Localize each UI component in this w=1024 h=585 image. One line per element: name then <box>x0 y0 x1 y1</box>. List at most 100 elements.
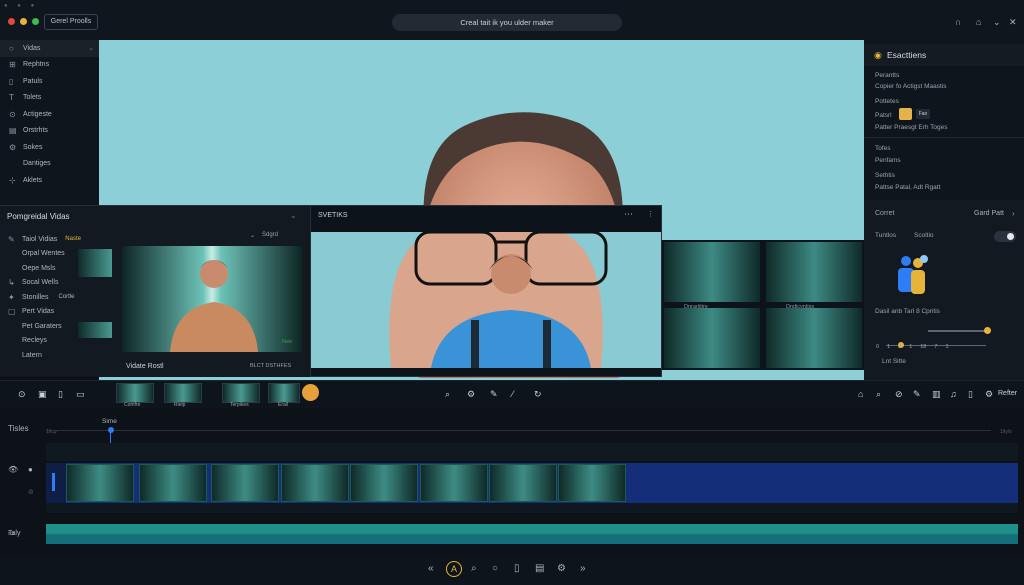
sidebar-item[interactable]: ⚙ Sokes <box>0 139 99 156</box>
audio-track[interactable] <box>46 524 1018 544</box>
search-icon[interactable]: ⌕ <box>445 389 450 400</box>
app-tab[interactable]: Gerel Proolls <box>44 14 98 30</box>
search-icon[interactable]: ⌕ <box>876 389 881 400</box>
settings-icon: ⚙ <box>9 142 17 152</box>
clip-thumbnail[interactable] <box>164 383 202 403</box>
list-item[interactable]: ✎ Taiol Vidias Naste <box>0 232 118 247</box>
clip-thumbnail[interactable] <box>268 383 300 403</box>
editor-title: SVETIKS <box>318 212 348 219</box>
lock-icon[interactable]: ⌂ <box>976 17 981 27</box>
video-caption: BLCT DSTHFES <box>250 363 292 369</box>
clip-caption: Erall <box>278 402 289 408</box>
dot-icon[interactable]: ● <box>28 465 33 474</box>
record-icon[interactable]: ○ <box>492 563 498 574</box>
brush-icon[interactable] <box>302 384 319 401</box>
vertical-more-icon[interactable]: ⋮ <box>647 210 654 218</box>
rewind-icon[interactable]: « <box>428 563 434 574</box>
pen-icon[interactable]: ⁄ <box>512 389 514 399</box>
search-icon[interactable]: ⌕ <box>471 563 477 574</box>
video-clip[interactable] <box>139 464 207 502</box>
trash-icon[interactable]: ▥ <box>932 389 941 400</box>
chevron-down-icon[interactable]: ⌄ <box>250 232 255 239</box>
minimize-button[interactable] <box>20 18 27 25</box>
sidebar-item[interactable]: ▯ Patuls <box>0 73 99 90</box>
pen-icon[interactable]: ✎ <box>913 389 921 400</box>
list-item[interactable]: ↳ Socal Wells <box>0 276 118 291</box>
list-item-label: Latern <box>22 351 42 359</box>
folder-icon[interactable]: ▤ <box>535 563 544 574</box>
share-icon[interactable]: ↻ <box>534 389 542 400</box>
screen-icon[interactable]: ▭ <box>76 389 85 400</box>
maximize-button[interactable] <box>32 18 39 25</box>
more-icon[interactable]: ⋯ <box>624 209 633 220</box>
bottom-bar <box>0 557 1024 585</box>
doc-icon[interactable]: ▯ <box>58 389 63 400</box>
avatar[interactable] <box>899 108 912 120</box>
sidebar-item[interactable]: ⊙ Actigeste <box>0 106 99 123</box>
bell-icon[interactable]: ♫ <box>950 389 957 399</box>
edit-icon[interactable]: ✎ <box>490 389 498 400</box>
sidebar-item-videos[interactable]: ○ Vidas ⌄ <box>0 40 99 57</box>
editor-view[interactable] <box>311 232 661 368</box>
track-handle[interactable] <box>46 463 66 503</box>
video-clip[interactable] <box>489 464 557 502</box>
tab-tuntlos[interactable]: Tuntlos <box>875 232 896 239</box>
bookmark-icon[interactable]: ⌂ <box>858 389 863 399</box>
thumbnail[interactable]: Dndicyntiss <box>766 242 862 310</box>
close-icon[interactable]: ✕ <box>1009 17 1017 28</box>
doc-icon[interactable]: ▯ <box>968 389 973 400</box>
list-item-label: Oepe Msls <box>22 264 56 272</box>
slider-ticks: 0 1 8 1 18 7 1 <box>876 344 949 350</box>
plus-icon: ⊹ <box>9 175 16 185</box>
sidebar-item[interactable]: ⊹ Aklets <box>0 172 99 189</box>
ai-button[interactable]: A <box>446 561 462 577</box>
close-button[interactable] <box>8 18 15 25</box>
list-item[interactable]: ▢ Pert Vidas <box>0 305 118 320</box>
settings-icon[interactable]: ⚙ <box>557 563 566 574</box>
toggle-switch[interactable] <box>994 231 1016 242</box>
sidebar-item[interactable]: ▤ Orstrhts <box>0 123 99 140</box>
gard-link[interactable]: Gard Patt <box>974 210 1004 217</box>
sidebar-item[interactable]: T Tolets <box>0 90 99 107</box>
settings-icon[interactable]: ⚙ <box>467 389 475 400</box>
tab-scoltio[interactable]: Scoltio <box>914 232 934 239</box>
slider-track[interactable] <box>928 330 990 332</box>
thumbnail[interactable] <box>664 308 760 368</box>
list-item[interactable]: ✦ Stonilles Cortle <box>0 290 118 305</box>
ruler[interactable] <box>46 430 991 431</box>
forward-icon[interactable]: » <box>580 563 586 574</box>
eye-icon[interactable]: 👁 <box>8 465 18 474</box>
chevron-down-icon[interactable]: ⌄ <box>290 211 297 220</box>
video-clip[interactable] <box>211 464 279 502</box>
list-item[interactable]: Latern <box>0 348 118 363</box>
video-clip[interactable] <box>350 464 418 502</box>
frame-icon[interactable]: ▣ <box>38 389 47 400</box>
video-clip[interactable] <box>281 464 349 502</box>
headphones-icon[interactable]: ∩ <box>955 17 961 27</box>
video-preview[interactable]: Nee <box>122 246 302 352</box>
link-icon[interactable]: ⊘ <box>895 389 903 400</box>
slider-thumb[interactable] <box>984 327 991 334</box>
empty-track <box>46 443 1018 461</box>
thumbnail[interactable] <box>766 308 862 368</box>
video-clip[interactable] <box>558 464 626 502</box>
playhead[interactable] <box>108 427 114 433</box>
sidebar-item[interactable]: ⊞ Rephtns <box>0 57 99 74</box>
text-icon: T <box>9 93 14 103</box>
chevron-down-icon[interactable]: ⌄ <box>993 17 1001 28</box>
thumbnail[interactable] <box>78 322 112 338</box>
thumbnail[interactable]: Dnrarjitire <box>664 242 760 310</box>
search-input[interactable]: Creal tait ik you ulder maker <box>392 14 622 31</box>
video-clip[interactable] <box>420 464 488 502</box>
refter-label[interactable]: Refter <box>998 390 1017 397</box>
video-clip[interactable] <box>66 464 134 502</box>
thumbnail[interactable] <box>78 249 112 277</box>
clock-icon[interactable]: ⊙ <box>18 389 26 400</box>
list-item-label: Recleys <box>22 337 47 345</box>
clip-thumbnail[interactable] <box>116 383 154 403</box>
sidebar-item[interactable]: Dantiges <box>0 156 99 173</box>
settings-icon[interactable]: ⚙ <box>985 389 993 400</box>
doc-icon[interactable]: ▯ <box>514 563 520 574</box>
clip-thumbnail[interactable] <box>222 383 260 403</box>
link-icon[interactable]: ⊘ <box>28 488 34 496</box>
